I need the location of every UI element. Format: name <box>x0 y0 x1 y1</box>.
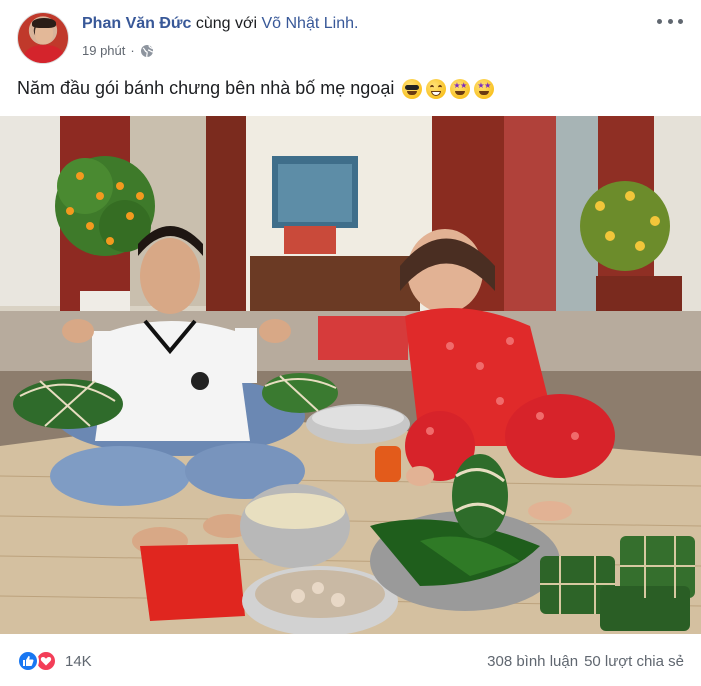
author-line: Phan Văn Đức cùng với Võ Nhật Linh. <box>82 15 358 33</box>
facebook-post: Phan Văn Đức cùng với Võ Nhật Linh. 19 p… <box>0 0 701 686</box>
globe-icon[interactable] <box>140 44 154 58</box>
post-stats: 308 bình luận 50 lượt chia sẻ <box>487 653 684 670</box>
post-footer: 14K 308 bình luận 50 lượt chia sẻ <box>0 640 701 686</box>
like-icon <box>17 650 39 672</box>
with-text: cùng với <box>195 15 258 32</box>
author-avatar[interactable] <box>17 12 69 64</box>
tagged-user-link[interactable]: Võ Nhật Linh. <box>261 15 358 32</box>
post-message: Năm đầu gói bánh chưng bên nhà bố mẹ ngo… <box>17 78 395 98</box>
post-photo[interactable] <box>0 116 701 634</box>
grinning-face-emoji-icon <box>426 78 447 99</box>
reaction-count[interactable]: 14K <box>65 653 92 670</box>
shares-count-link[interactable]: 50 lượt chia sẻ <box>584 653 684 670</box>
sunglasses-face-emoji-icon <box>402 78 423 99</box>
post-timestamp[interactable]: 19 phút <box>82 43 125 58</box>
comments-count-link[interactable]: 308 bình luận <box>487 653 578 670</box>
post-meta: 19 phút · <box>82 43 154 58</box>
author-name-link[interactable]: Phan Văn Đức <box>82 15 191 32</box>
star-struck-face-emoji-icon <box>474 78 495 99</box>
meta-separator: · <box>130 43 135 58</box>
more-horizontal-icon[interactable] <box>657 14 683 28</box>
post-header: Phan Văn Đức cùng với Võ Nhật Linh. 19 p… <box>0 0 701 70</box>
star-struck-face-emoji-icon <box>450 78 471 99</box>
reactions-summary[interactable]: 14K <box>17 650 92 672</box>
post-text: Năm đầu gói bánh chưng bên nhà bố mẹ ngo… <box>17 78 495 99</box>
